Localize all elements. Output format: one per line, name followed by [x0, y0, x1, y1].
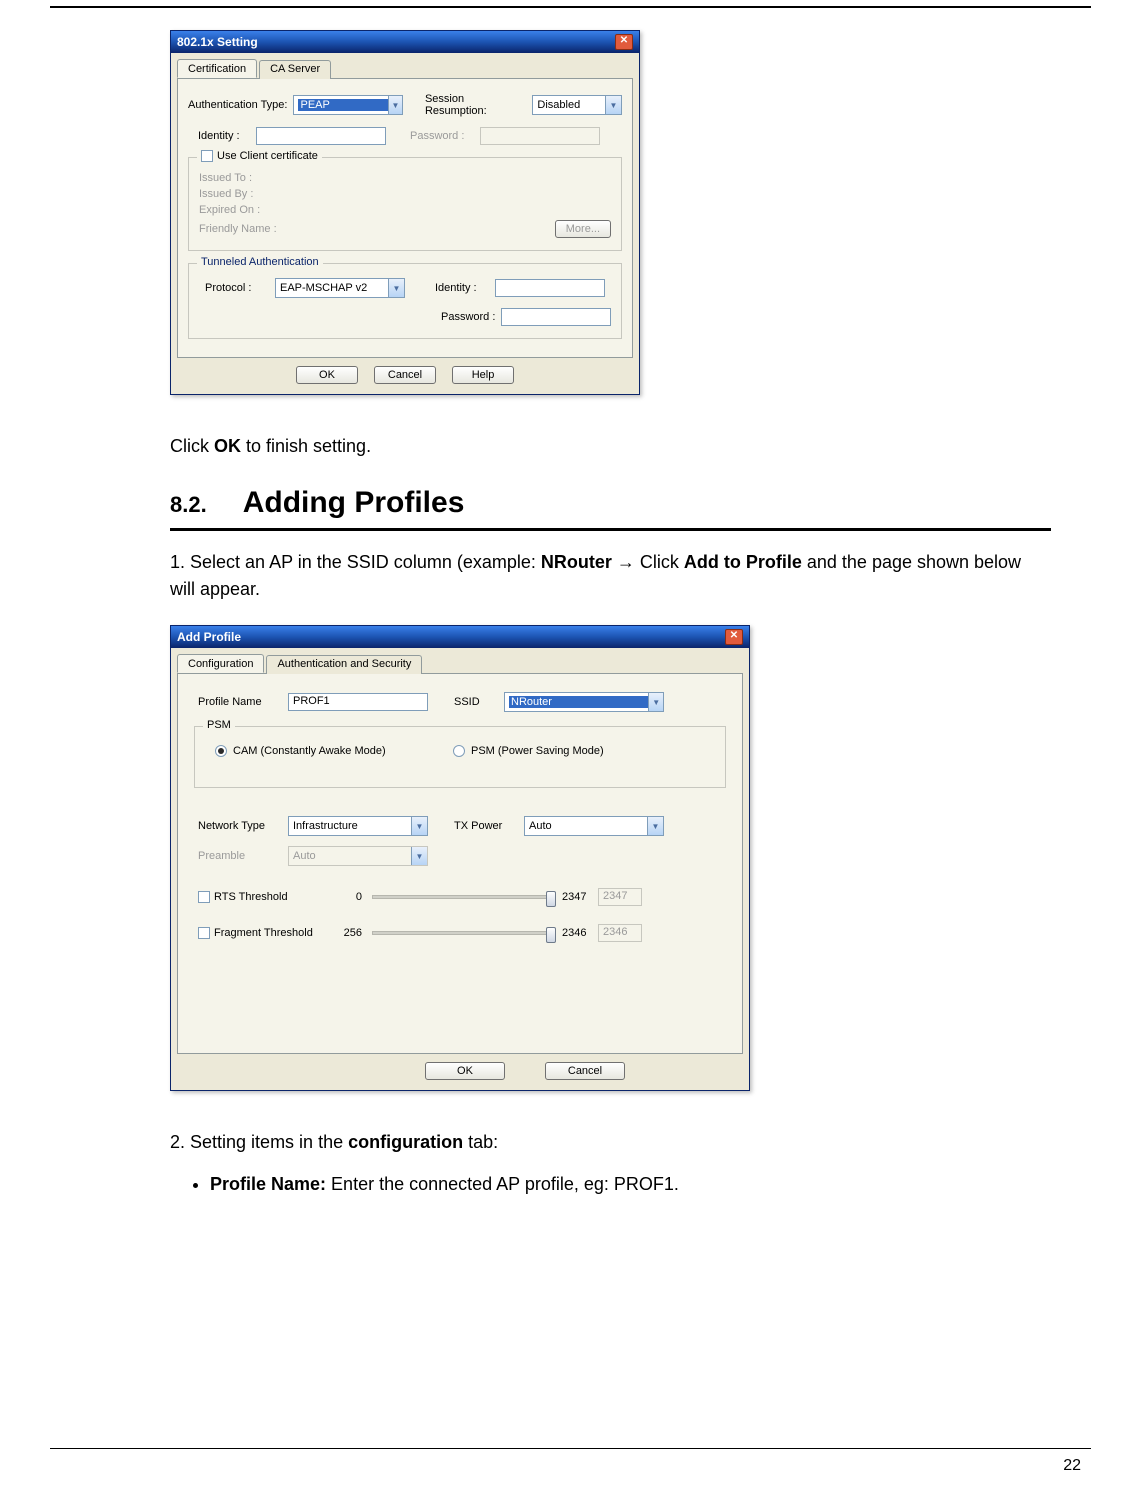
chevron-down-icon: ▼ — [647, 817, 663, 835]
preamble-select: Auto ▼ — [288, 846, 428, 866]
cancel-button[interactable]: Cancel — [374, 366, 436, 384]
rts-threshold-label: RTS Threshold — [214, 891, 332, 903]
bullet-profile-name: Profile Name: Enter the connected AP pro… — [210, 1174, 1051, 1195]
rts-min: 0 — [332, 891, 362, 903]
dialog2-titlebar[interactable]: Add Profile ✕ — [171, 626, 749, 648]
tab-auth-security[interactable]: Authentication and Security — [266, 655, 422, 674]
rts-slider[interactable] — [372, 895, 552, 899]
tunnel-identity-label: Identity : — [435, 282, 495, 294]
ok-button[interactable]: OK — [425, 1062, 505, 1080]
arrow-right-icon: → — [612, 552, 640, 572]
network-type-value: Infrastructure — [293, 820, 358, 832]
cam-radio[interactable] — [215, 745, 227, 757]
tx-power-value: Auto — [529, 820, 552, 832]
fragment-slider-thumb[interactable] — [546, 927, 556, 943]
chevron-down-icon: ▼ — [411, 847, 427, 865]
rts-slider-thumb[interactable] — [546, 891, 556, 907]
ssid-select[interactable]: NRouter ▼ — [504, 692, 664, 712]
help-button[interactable]: Help — [452, 366, 514, 384]
psm-radio-label: PSM (Power Saving Mode) — [471, 745, 604, 757]
profile-name-input[interactable]: PROF1 — [288, 693, 428, 711]
dialog-8021x-setting: 802.1x Setting ✕ Certification CA Server… — [170, 30, 640, 395]
frag-min: 256 — [332, 927, 362, 939]
password-input — [480, 127, 600, 145]
use-client-cert-checkbox[interactable] — [201, 150, 213, 162]
preamble-label: Preamble — [198, 850, 288, 862]
rts-max: 2347 — [562, 891, 598, 903]
issued-by-label: Issued By : — [199, 188, 299, 200]
profile-name-label: Profile Name — [198, 696, 288, 708]
ok-button[interactable]: OK — [296, 366, 358, 384]
chevron-down-icon: ▼ — [388, 96, 402, 114]
dialog2-title: Add Profile — [177, 630, 241, 644]
network-type-label: Network Type — [198, 820, 288, 832]
rts-value-input: 2347 — [598, 888, 642, 906]
chevron-down-icon: ▼ — [648, 693, 663, 711]
instruction-click-ok: Click OK to finish setting. — [170, 433, 1051, 460]
cancel-button[interactable]: Cancel — [545, 1062, 625, 1080]
auth-type-label: Authentication Type: — [188, 99, 293, 111]
preamble-value: Auto — [293, 850, 316, 862]
issued-to-label: Issued To : — [199, 172, 299, 184]
fragment-threshold-label: Fragment Threshold — [214, 927, 332, 939]
session-resumption-select[interactable]: Disabled ▼ — [532, 95, 622, 115]
tunnel-password-input[interactable] — [501, 308, 611, 326]
frag-value-input: 2346 — [598, 924, 642, 942]
tab-ca-server[interactable]: CA Server — [259, 60, 331, 79]
protocol-select[interactable]: EAP-MSCHAP v2 ▼ — [275, 278, 405, 298]
section-number: 8.2. — [170, 492, 207, 517]
session-resumption-value: Disabled — [537, 99, 580, 111]
identity-input[interactable] — [256, 127, 386, 145]
expired-on-label: Expired On : — [199, 204, 299, 216]
section-heading-8-2: 8.2. Adding Profiles — [170, 486, 1051, 520]
section-divider — [170, 528, 1051, 531]
dialog-add-profile: Add Profile ✕ Configuration Authenticati… — [170, 625, 750, 1091]
tunnel-password-label: Password : — [441, 311, 501, 323]
rts-threshold-checkbox[interactable] — [198, 891, 210, 903]
page-number: 22 — [1063, 1457, 1081, 1475]
protocol-value: EAP-MSCHAP v2 — [280, 282, 367, 294]
step-1-text: 1. Select an AP in the SSID column (exam… — [170, 549, 1051, 603]
step-2-text: 2. Setting items in the configuration ta… — [170, 1129, 1051, 1156]
session-resumption-label: Session Resumption: — [425, 93, 528, 117]
use-client-cert-label: Use Client certificate — [217, 150, 318, 162]
tab-certification[interactable]: Certification — [177, 59, 257, 78]
auth-type-value: PEAP — [298, 99, 388, 111]
section-title: Adding Profiles — [243, 486, 465, 519]
password-label: Password : — [410, 130, 480, 142]
tx-power-label: TX Power — [454, 820, 524, 832]
identity-label: Identity : — [198, 130, 256, 142]
more-button: More... — [555, 220, 611, 238]
psm-groupbox-legend: PSM — [203, 719, 235, 731]
friendly-name-label: Friendly Name : — [199, 223, 319, 235]
ssid-label: SSID — [454, 696, 504, 708]
dialog1-titlebar[interactable]: 802.1x Setting ✕ — [171, 31, 639, 53]
cam-radio-label: CAM (Constantly Awake Mode) — [233, 745, 453, 757]
chevron-down-icon: ▼ — [605, 96, 621, 114]
close-icon[interactable]: ✕ — [615, 34, 633, 50]
fragment-threshold-checkbox[interactable] — [198, 927, 210, 939]
chevron-down-icon: ▼ — [388, 279, 404, 297]
auth-type-select[interactable]: PEAP ▼ — [293, 95, 402, 115]
tunnel-identity-input[interactable] — [495, 279, 605, 297]
ssid-value: NRouter — [509, 696, 648, 708]
network-type-select[interactable]: Infrastructure ▼ — [288, 816, 428, 836]
fragment-slider[interactable] — [372, 931, 552, 935]
chevron-down-icon: ▼ — [411, 817, 427, 835]
dialog1-title: 802.1x Setting — [177, 35, 258, 49]
close-icon[interactable]: ✕ — [725, 629, 743, 645]
psm-radio[interactable] — [453, 745, 465, 757]
tunneled-auth-legend: Tunneled Authentication — [197, 256, 323, 268]
protocol-label: Protocol : — [205, 282, 275, 294]
frag-max: 2346 — [562, 927, 598, 939]
tx-power-select[interactable]: Auto ▼ — [524, 816, 664, 836]
tab-configuration[interactable]: Configuration — [177, 654, 264, 673]
